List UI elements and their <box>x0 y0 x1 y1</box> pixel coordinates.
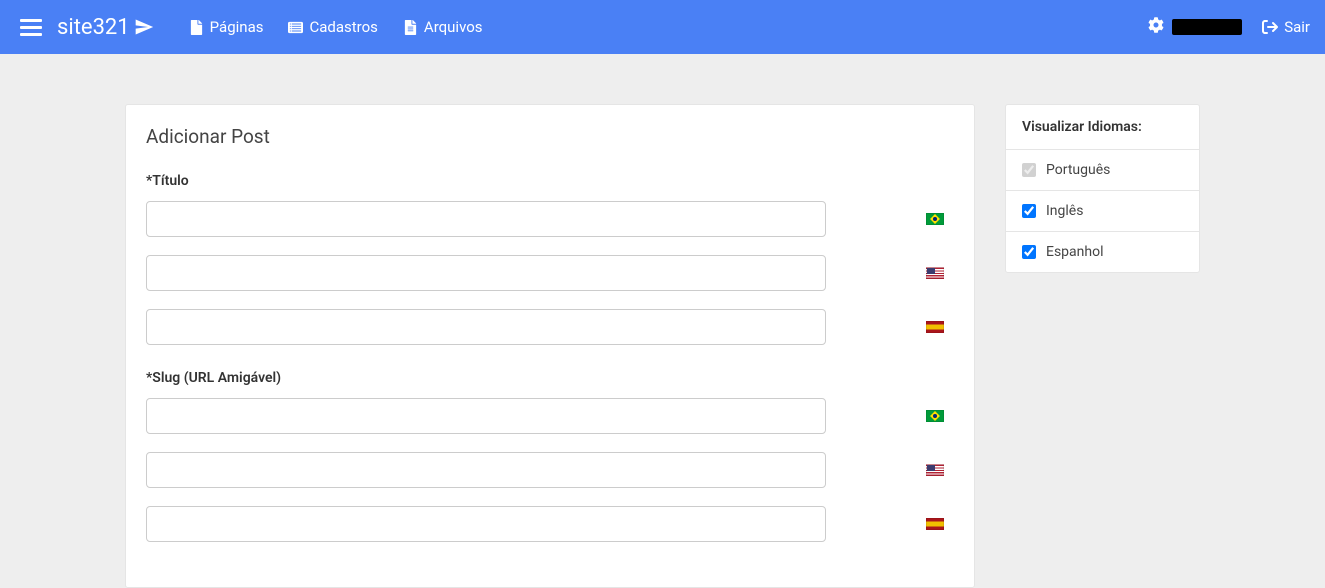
languages-panel-title: Visualizar Idiomas: <box>1006 105 1199 150</box>
slug-field-group: *Slug (URL Amigável) <box>146 370 954 542</box>
flag-br-icon <box>926 213 944 225</box>
slug-input-en[interactable] <box>146 452 826 488</box>
title-label: *Título <box>146 173 954 189</box>
language-label-es: Espanhol <box>1046 244 1104 260</box>
menu-toggle-button[interactable] <box>15 14 47 41</box>
nav-files-label: Arquivos <box>424 18 483 36</box>
title-input-pt[interactable] <box>146 201 826 237</box>
slug-row-en <box>146 452 954 488</box>
slug-input-pt[interactable] <box>146 398 826 434</box>
title-input-en[interactable] <box>146 255 826 291</box>
language-checkbox-es[interactable] <box>1022 245 1036 259</box>
nav-registers-label: Cadastros <box>309 18 377 36</box>
page-title: Adicionar Post <box>146 125 954 148</box>
logout-button[interactable]: Sair <box>1262 18 1310 36</box>
language-checkbox-pt[interactable] <box>1022 163 1036 177</box>
flag-es-icon <box>926 518 944 530</box>
language-option-en[interactable]: Inglês <box>1006 191 1199 232</box>
top-navbar: site321 Páginas Cadastros Arquivos <box>0 0 1325 54</box>
gear-icon <box>1148 17 1164 37</box>
language-option-pt[interactable]: Português <box>1006 150 1199 191</box>
slug-row-pt <box>146 398 954 434</box>
language-label-en: Inglês <box>1046 203 1083 219</box>
title-row-en <box>146 255 954 291</box>
site-logo[interactable]: site321 <box>57 15 154 40</box>
list-icon <box>288 20 303 35</box>
nav-link-pages[interactable]: Páginas <box>189 18 264 36</box>
title-input-es[interactable] <box>146 309 826 345</box>
form-panel: Adicionar Post *Título *Slug (URL Amigáv… <box>125 104 975 588</box>
flag-us-icon <box>926 464 944 476</box>
slug-label: *Slug (URL Amigável) <box>146 370 954 386</box>
flag-us-icon <box>926 267 944 279</box>
plane-icon <box>134 17 154 37</box>
nav-link-registers[interactable]: Cadastros <box>288 18 377 36</box>
languages-panel: Visualizar Idiomas: Português Inglês Esp… <box>1005 104 1200 273</box>
logout-label: Sair <box>1284 18 1310 36</box>
language-option-es[interactable]: Espanhol <box>1006 232 1199 272</box>
nav-pages-label: Páginas <box>210 18 264 36</box>
title-field-group: *Título <box>146 173 954 345</box>
logout-icon <box>1262 19 1278 35</box>
file-alt-icon <box>403 20 418 35</box>
nav-links: Páginas Cadastros Arquivos <box>189 18 483 36</box>
language-checkbox-en[interactable] <box>1022 204 1036 218</box>
user-name-redacted <box>1172 19 1242 35</box>
navbar-right: Sair <box>1148 17 1310 37</box>
flag-br-icon <box>926 410 944 422</box>
title-row-pt <box>146 201 954 237</box>
logo-text: site321 <box>57 15 130 40</box>
slug-input-es[interactable] <box>146 506 826 542</box>
slug-row-es <box>146 506 954 542</box>
nav-link-files[interactable]: Arquivos <box>403 18 483 36</box>
file-icon <box>189 20 204 35</box>
language-label-pt: Português <box>1046 162 1110 178</box>
user-menu[interactable] <box>1148 17 1242 37</box>
navbar-left: site321 Páginas Cadastros Arquivos <box>15 14 483 41</box>
main-container: Adicionar Post *Título *Slug (URL Amigáv… <box>0 54 1325 588</box>
flag-es-icon <box>926 321 944 333</box>
title-row-es <box>146 309 954 345</box>
